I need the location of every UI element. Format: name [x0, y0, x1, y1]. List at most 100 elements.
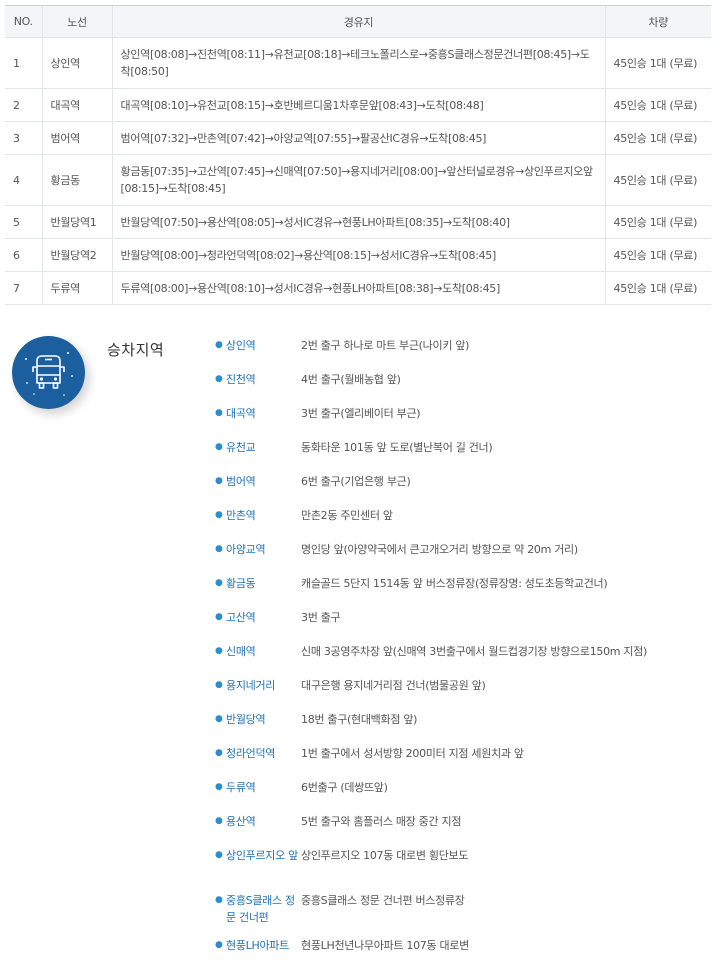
header-stops: 경유지	[111, 5, 605, 38]
row-vehicle: 45인승 1대 (무료)	[604, 271, 711, 305]
bullet-icon: ●	[215, 895, 223, 905]
list-item: ● 용산역 5번 출구와 홈플러스 매장 중간 지점	[215, 813, 715, 847]
list-item: ● 현풍LH아파트 현풍LH천년나무아파트 107동 대로변	[215, 937, 715, 971]
table-row: 2 대곡역 대곡역[08:10]→유천교[08:15]→호반베르디움1차후문앞[…	[5, 88, 711, 122]
bullet-icon: ●	[215, 612, 223, 622]
stop-name: 아양교역	[226, 543, 266, 556]
list-item: ● 대곡역 3번 출구(엘리베이터 부근)	[215, 405, 715, 439]
stop-desc: 3번 출구	[301, 611, 341, 624]
list-item: ● 상인푸르지오 앞 상인푸르지오 107동 대로변 횡단보도	[215, 847, 715, 892]
header-vehicle: 차량	[604, 5, 711, 38]
bullet-icon: ●	[215, 476, 223, 486]
bullet-icon: ●	[215, 442, 223, 452]
table-row: 3 범어역 범어역[07:32]→만촌역[07:42]→아양교역[07:55]→…	[5, 121, 711, 155]
stop-name: 용산역	[226, 815, 256, 828]
row-route: 상인역[08:08]→진천역[08:11]→유천교[08:18]→테크노폴리스로…	[111, 37, 605, 89]
table-row: 1 상인역 상인역[08:08]→진천역[08:11]→유천교[08:18]→테…	[5, 37, 711, 89]
list-item: ● 용지네거리 대구은행 용지네거리점 건너(범물공원 앞)	[215, 677, 715, 711]
list-item: ● 중흥S클래스 정문 건너편 중흥S클래스 정문 건너편 버스정류장	[215, 892, 715, 937]
row-no: 2	[5, 88, 42, 122]
boarding-stop-list: ● 상인역 2번 출구 하나로 마트 부근(나이키 앞) ● 진천역 4번 출구(월배농…	[215, 337, 715, 971]
row-vehicle: 45인승 1대 (무료)	[604, 88, 711, 122]
header-line: 노선	[41, 5, 112, 38]
stop-name: 반월당역	[226, 713, 266, 726]
stop-desc: 4번 출구(월배농협 앞)	[301, 373, 401, 386]
stop-name: 대곡역	[226, 407, 256, 420]
stop-desc: 5번 출구와 홈플러스 매장 중간 지점	[301, 815, 462, 828]
bullet-icon: ●	[215, 578, 223, 588]
stop-desc: 6번출구 (데쌍뜨앞)	[301, 781, 388, 794]
bus-icon	[25, 352, 73, 396]
stop-name: 유천교	[226, 441, 256, 454]
bullet-icon: ●	[215, 680, 223, 690]
row-no: 6	[5, 238, 42, 272]
boarding-section: 승차지역 ● 상인역 2번 출구 하나로 마트 부근(나이키 앞) ● 진천역 4번 출…	[0, 320, 718, 960]
row-line: 범어역	[41, 121, 112, 155]
bus-badge	[12, 336, 85, 409]
stop-desc: 명인당 앞(아양약국에서 큰고개오거리 방향으로 약 20m 거리)	[301, 543, 578, 556]
table-header-row: NO. 노선 경유지 차량	[5, 5, 711, 38]
stop-desc: 2번 출구 하나로 마트 부근(나이키 앞)	[301, 339, 470, 352]
row-vehicle: 45인승 1대 (무료)	[604, 37, 711, 89]
stop-desc: 18번 출구(현대백화점 앞)	[301, 713, 418, 726]
row-no: 5	[5, 205, 42, 239]
row-vehicle: 45인승 1대 (무료)	[604, 238, 711, 272]
row-line: 대곡역	[41, 88, 112, 122]
list-item: ● 범어역 6번 출구(기업은행 부근)	[215, 473, 715, 507]
bullet-icon: ●	[215, 748, 223, 758]
list-item: ● 만촌역 만촌2동 주민센터 앞	[215, 507, 715, 541]
stop-desc: 만촌2동 주민센터 앞	[301, 509, 393, 522]
row-route: 황금동[07:35]→고산역[07:45]→신매역[07:50]→용지네거리[0…	[111, 154, 605, 206]
row-route: 두류역[08:00]→용산역[08:10]→성서IC경유→현풍LH아파트[08:…	[111, 271, 605, 305]
bullet-icon: ●	[215, 714, 223, 724]
stop-name: 진천역	[226, 373, 256, 386]
stop-desc: 캐슬골드 5단지 1514동 앞 버스정류장(정류장명: 성도초등학교건너)	[301, 577, 608, 590]
route-table: NO. 노선 경유지 차량 1 상인역 상인역[08:08]→진천역[08:11…	[5, 5, 711, 305]
row-vehicle: 45인승 1대 (무료)	[604, 154, 711, 206]
row-line: 반월당역2	[41, 238, 112, 272]
row-route: 범어역[07:32]→만촌역[07:42]→아양교역[07:55]→팔공산IC경…	[111, 121, 605, 155]
table-row: 6 반월당역2 반월당역[08:00]→청라언덕역[08:02]→용산역[08:…	[5, 238, 711, 272]
row-no: 7	[5, 271, 42, 305]
bullet-icon: ●	[215, 782, 223, 792]
bullet-icon: ●	[215, 816, 223, 826]
stop-name: 청라언덕역	[226, 747, 276, 760]
list-item: ● 고산역 3번 출구	[215, 609, 715, 643]
row-vehicle: 45인승 1대 (무료)	[604, 205, 711, 239]
stop-desc: 신매 3공영주차장 앞(신매역 3번출구에서 월드컵경기장 방향으로150m 지…	[301, 645, 648, 658]
list-item: ● 두류역 6번출구 (데쌍뜨앞)	[215, 779, 715, 813]
bullet-icon: ●	[215, 510, 223, 520]
row-route: 반월당역[07:50]→용산역[08:05]→성서IC경유→현풍LH아파트[08…	[111, 205, 605, 239]
bullet-icon: ●	[215, 850, 223, 860]
stop-desc: 1번 출구에서 성서방향 200미터 지점 세원치과 앞	[301, 747, 524, 760]
stop-desc: 3번 출구(엘리베이터 부근)	[301, 407, 421, 420]
stop-desc: 대구은행 용지네거리점 건너(범물공원 앞)	[301, 679, 486, 692]
table-row: 5 반월당역1 반월당역[07:50]→용산역[08:05]→성서IC경유→현풍…	[5, 205, 711, 239]
stop-desc: 상인푸르지오 107동 대로변 횡단보도	[301, 849, 469, 862]
list-item: ● 아양교역 명인당 앞(아양약국에서 큰고개오거리 방향으로 약 20m 거리)	[215, 541, 715, 575]
stop-name: 황금동	[226, 577, 256, 590]
row-line: 황금동	[41, 154, 112, 206]
stop-name: 두류역	[226, 781, 256, 794]
table-row: 4 황금동 황금동[07:35]→고산역[07:45]→신매역[07:50]→용…	[5, 154, 711, 206]
stop-name: 상인역	[226, 339, 256, 352]
bullet-icon: ●	[215, 646, 223, 656]
row-no: 1	[5, 37, 42, 89]
bullet-icon: ●	[215, 940, 223, 950]
stop-name: 용지네거리	[226, 679, 276, 692]
row-line: 두류역	[41, 271, 112, 305]
header-no: NO.	[5, 5, 42, 38]
stop-name: 만촌역	[226, 509, 256, 522]
stop-name: 중흥S클래스 정문 건너편	[226, 894, 295, 924]
list-item: ● 청라언덕역 1번 출구에서 성서방향 200미터 지점 세원치과 앞	[215, 745, 715, 779]
row-vehicle: 45인승 1대 (무료)	[604, 121, 711, 155]
bullet-icon: ●	[215, 544, 223, 554]
list-item: ● 반월당역 18번 출구(현대백화점 앞)	[215, 711, 715, 745]
list-item: ● 황금동 캐슬골드 5단지 1514동 앞 버스정류장(정류장명: 성도초등학교건…	[215, 575, 715, 609]
row-no: 4	[5, 154, 42, 206]
table-row: 7 두류역 두류역[08:00]→용산역[08:10]→성서IC경유→현풍LH아…	[5, 271, 711, 305]
bullet-icon: ●	[215, 408, 223, 418]
list-item: ● 유천교 동화타운 101동 앞 도로(별난복어 길 건너)	[215, 439, 715, 473]
stop-desc: 현풍LH천년나무아파트 107동 대로변	[301, 939, 469, 952]
bullet-icon: ●	[215, 374, 223, 384]
